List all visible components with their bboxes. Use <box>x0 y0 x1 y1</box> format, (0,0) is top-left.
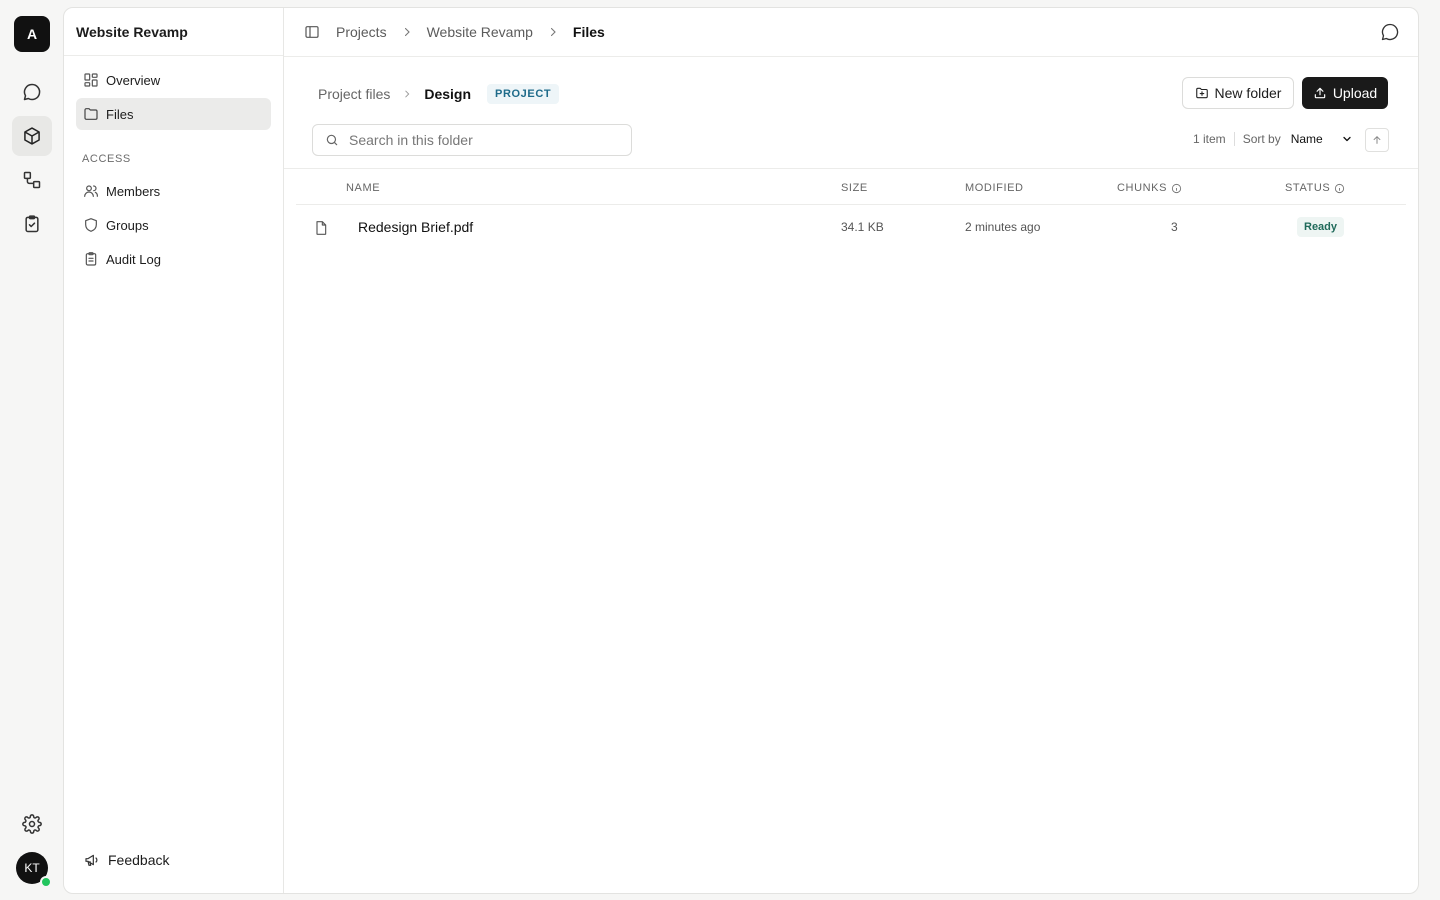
search-input[interactable] <box>347 131 611 149</box>
main-panel: Website Revamp Overview Files ACCESS Mem… <box>63 7 1419 894</box>
grid-icon <box>83 72 99 88</box>
tasks-nav-button[interactable] <box>12 204 52 244</box>
file-modified: 2 minutes ago <box>965 220 1041 234</box>
folder-breadcrumb: Project files Design PROJECT <box>318 84 560 104</box>
project-sidebar: Website Revamp Overview Files ACCESS Mem… <box>64 8 284 893</box>
app-rail: A KT <box>0 0 64 900</box>
table-top-divider <box>284 168 1418 169</box>
access-section-label: ACCESS <box>82 153 131 165</box>
online-status-dot <box>40 876 52 888</box>
top-bar: Projects Website Revamp Files <box>284 8 1418 57</box>
megaphone-icon <box>84 852 100 868</box>
file-name[interactable]: Redesign Brief.pdf <box>358 219 473 235</box>
file-icon <box>313 219 329 237</box>
info-icon[interactable] <box>1334 183 1345 194</box>
breadcrumb-project[interactable]: Website Revamp <box>427 24 533 40</box>
column-header-status: STATUS <box>1285 182 1345 194</box>
column-header-label: STATUS <box>1285 182 1331 194</box>
item-count: 1 item <box>1193 132 1226 146</box>
clipboard-icon <box>83 251 99 267</box>
settings-button[interactable] <box>12 804 52 844</box>
upload-label: Upload <box>1332 85 1378 101</box>
workflow-nav-button[interactable] <box>12 160 52 200</box>
sidebar-item-label: Audit Log <box>106 251 161 267</box>
upload-icon <box>1313 86 1327 100</box>
sidebar-divider <box>64 55 283 56</box>
cube-icon <box>22 126 42 146</box>
column-header-size[interactable]: SIZE <box>841 182 868 194</box>
search-icon <box>325 133 339 147</box>
sidebar-item-groups[interactable]: Groups <box>76 209 271 241</box>
chevron-right-icon <box>547 26 559 38</box>
gear-icon <box>22 814 42 834</box>
file-chunks: 3 <box>1171 220 1178 234</box>
sidebar-item-files[interactable]: Files <box>76 98 271 130</box>
column-header-modified[interactable]: MODIFIED <box>965 182 1024 194</box>
sidebar-toggle-icon <box>304 24 320 40</box>
sort-by-label: Sort by <box>1242 132 1281 146</box>
info-icon[interactable] <box>1171 183 1182 194</box>
chat-icon <box>22 82 42 102</box>
shield-icon <box>83 217 99 233</box>
clipboard-check-icon <box>22 214 42 234</box>
sidebar-item-label: Groups <box>106 217 149 233</box>
status-badge: Ready <box>1297 217 1345 237</box>
assistant-chat-button[interactable] <box>1380 22 1400 42</box>
folder-crumb-current: Design <box>424 86 472 102</box>
new-folder-button[interactable]: New folder <box>1182 77 1294 109</box>
folder-search <box>312 124 632 156</box>
workspace-logo[interactable]: A <box>14 16 50 52</box>
folder-plus-icon <box>1195 86 1209 100</box>
chevron-down-icon <box>1341 133 1353 145</box>
sidebar-item-members[interactable]: Members <box>76 175 271 207</box>
chat-bubble-icon <box>1380 22 1400 42</box>
sort-select[interactable]: Name <box>1291 132 1353 146</box>
content-area: Projects Website Revamp Files Project fi… <box>284 8 1418 893</box>
breadcrumb-current: Files <box>572 24 605 40</box>
workflow-icon <box>22 170 42 190</box>
table-header-divider <box>296 204 1406 205</box>
folder-icon <box>83 106 99 122</box>
toggle-sidebar-button[interactable] <box>304 24 320 40</box>
chat-nav-button[interactable] <box>12 72 52 112</box>
chevron-right-icon <box>401 26 413 38</box>
sidebar-item-label: Overview <box>106 72 161 88</box>
column-header-label: CHUNKS <box>1117 182 1168 194</box>
feedback-label: Feedback <box>108 852 170 868</box>
users-icon <box>83 183 99 199</box>
column-header-label: SIZE <box>841 182 868 194</box>
column-header-chunks: CHUNKS <box>1117 182 1182 194</box>
upload-button[interactable]: Upload <box>1302 77 1388 109</box>
feedback-button[interactable]: Feedback <box>84 852 169 868</box>
list-meta: 1 item Sort by Name <box>1193 132 1353 146</box>
column-header-name[interactable]: NAME <box>346 182 380 194</box>
table-row[interactable]: Redesign Brief.pdf 34.1 KB 2 minutes ago… <box>296 206 1406 250</box>
sidebar-item-audit-log[interactable]: Audit Log <box>76 243 271 275</box>
new-folder-label: New folder <box>1214 85 1282 101</box>
file-size: 34.1 KB <box>841 220 884 234</box>
meta-divider <box>1233 132 1235 146</box>
breadcrumb-projects[interactable]: Projects <box>336 24 387 40</box>
sidebar-item-label: Members <box>106 183 161 199</box>
sort-value: Name <box>1290 132 1323 146</box>
project-badge: PROJECT <box>487 84 560 104</box>
chevron-right-icon <box>402 89 412 99</box>
column-header-label: NAME <box>346 182 381 194</box>
project-title: Website Revamp <box>76 24 188 40</box>
projects-nav-button[interactable] <box>12 116 52 156</box>
folder-crumb-root[interactable]: Project files <box>318 86 390 102</box>
arrow-up-icon <box>1372 135 1382 145</box>
sort-direction-button[interactable] <box>1365 128 1389 152</box>
sidebar-item-overview[interactable]: Overview <box>76 64 271 96</box>
column-header-label: MODIFIED <box>965 182 1024 194</box>
breadcrumb: Projects Website Revamp Files <box>304 24 605 40</box>
sidebar-item-label: Files <box>106 106 134 122</box>
